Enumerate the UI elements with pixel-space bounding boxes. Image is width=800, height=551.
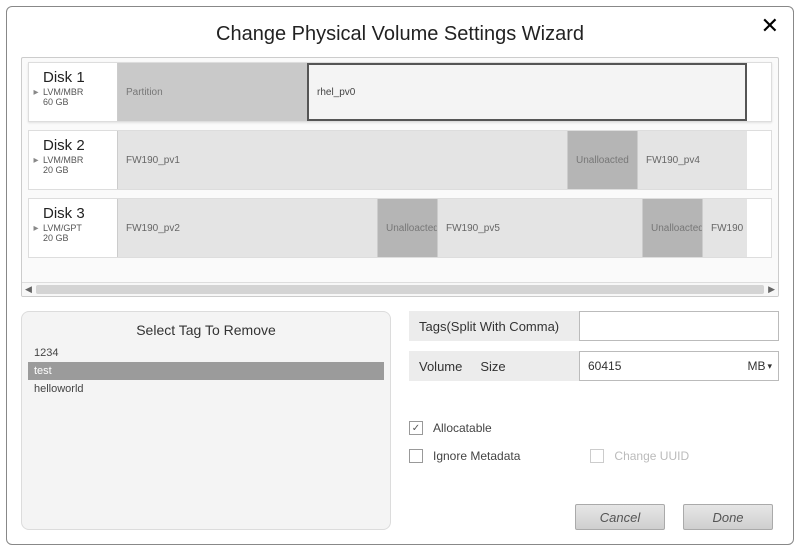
tags-row: Tags(Split With Comma) [409, 311, 779, 341]
form-column: Tags(Split With Comma) Volume Size MB ▾ [409, 311, 779, 530]
change-uuid-label: Change UUID [614, 449, 689, 463]
tag-remove-panel: Select Tag To Remove 1234testhelloworld [21, 311, 391, 530]
disk-segment[interactable]: Unalloacted [567, 131, 637, 189]
tag-item[interactable]: test [28, 362, 384, 380]
disk-size: 60 GB [43, 97, 113, 107]
tag-item[interactable]: helloworld [28, 380, 384, 398]
disk-segment[interactable]: FW190_pv1 [117, 131, 567, 189]
disk-segment[interactable]: FW190_pv4 [637, 131, 747, 189]
unit-select[interactable]: MB ▾ [745, 359, 774, 373]
size-input-wrap: MB ▾ [579, 351, 779, 381]
lower-area: Select Tag To Remove 1234testhelloworld … [21, 311, 779, 530]
disk-segment[interactable]: Unalloacted [642, 199, 702, 257]
second-check-row: Ignore Metadata Change UUID [409, 449, 779, 477]
scrollbar-thumb[interactable] [36, 285, 764, 294]
checkbox-area: ✓ Allocatable Ignore Metadata Change UUI… [409, 421, 779, 477]
disk-name: Disk 1 [43, 69, 113, 86]
volume-word: Volume [419, 359, 462, 374]
disk-segment[interactable]: Partition [117, 63, 307, 121]
title-bar: Change Physical Volume Settings Wizard ✕ [21, 17, 779, 51]
disk-segment[interactable]: FW190_pv5 [437, 199, 642, 257]
disk-row[interactable]: ▸Disk 3LVM/GPT20 GBFW190_pv2UnalloactedF… [28, 198, 772, 258]
tags-label: Tags(Split With Comma) [409, 311, 579, 341]
change-uuid-row: Change UUID [590, 449, 689, 463]
chevron-down-icon: ▾ [767, 361, 772, 372]
cancel-button[interactable]: Cancel [575, 504, 665, 530]
disk-label: Disk 2LVM/MBR20 GB [43, 131, 117, 189]
disk-segments: FW190_pv1UnalloactedFW190_pv4 [117, 131, 771, 189]
close-icon[interactable]: ✕ [761, 15, 779, 37]
ignore-metadata-checkbox[interactable] [409, 449, 423, 463]
tag-item[interactable]: 1234 [28, 344, 384, 362]
disk-segment[interactable]: FW190_pv2 [117, 199, 377, 257]
disk-segment[interactable]: FW190 [702, 199, 747, 257]
scroll-left-icon[interactable]: ◀ [25, 284, 32, 295]
done-button[interactable]: Done [683, 504, 773, 530]
size-input[interactable] [588, 359, 745, 373]
disk-name: Disk 3 [43, 205, 113, 222]
disk-type: LVM/MBR [43, 155, 113, 165]
chevron-right-icon[interactable]: ▸ [29, 63, 43, 121]
disk-segments: FW190_pv2UnalloactedFW190_pv5Unalloacted… [117, 199, 771, 257]
dialog-title: Change Physical Volume Settings Wizard [216, 23, 584, 46]
volume-size-label: Volume Size [409, 351, 579, 381]
horizontal-scrollbar[interactable]: ◀ ▶ [22, 282, 778, 296]
disk-segment[interactable]: rhel_pv0 [307, 63, 747, 121]
disk-size: 20 GB [43, 165, 113, 175]
size-word: Size [480, 359, 505, 374]
disk-segment[interactable]: Unalloacted [377, 199, 437, 257]
size-row: Volume Size MB ▾ [409, 351, 779, 381]
disk-row[interactable]: ▸Disk 2LVM/MBR20 GBFW190_pv1UnalloactedF… [28, 130, 772, 190]
change-uuid-checkbox [590, 449, 604, 463]
dialog-buttons: Cancel Done [575, 504, 773, 530]
chevron-right-icon[interactable]: ▸ [29, 199, 43, 257]
disk-segments: Partitionrhel_pv0 [117, 63, 771, 121]
tag-panel-title: Select Tag To Remove [28, 322, 384, 338]
disk-name: Disk 2 [43, 137, 113, 154]
unit-label: MB [747, 359, 765, 373]
wizard-dialog: Change Physical Volume Settings Wizard ✕… [6, 6, 794, 545]
disk-label: Disk 3LVM/GPT20 GB [43, 199, 117, 257]
allocatable-row[interactable]: ✓ Allocatable [409, 421, 779, 435]
ignore-metadata-label: Ignore Metadata [433, 449, 520, 463]
disk-row[interactable]: ▸Disk 1LVM/MBR60 GBPartitionrhel_pv0 [28, 62, 772, 122]
tag-list: 1234testhelloworld [28, 344, 384, 523]
tags-input[interactable] [579, 311, 779, 341]
disk-panel: ▸Disk 1LVM/MBR60 GBPartitionrhel_pv0▸Dis… [21, 57, 779, 297]
allocatable-label: Allocatable [433, 421, 492, 435]
disk-label: Disk 1LVM/MBR60 GB [43, 63, 117, 121]
disk-size: 20 GB [43, 233, 113, 243]
disk-list: ▸Disk 1LVM/MBR60 GBPartitionrhel_pv0▸Dis… [22, 58, 778, 282]
ignore-metadata-row[interactable]: Ignore Metadata [409, 449, 520, 463]
disk-type: LVM/GPT [43, 223, 113, 233]
allocatable-checkbox[interactable]: ✓ [409, 421, 423, 435]
chevron-right-icon[interactable]: ▸ [29, 131, 43, 189]
disk-type: LVM/MBR [43, 87, 113, 97]
scroll-right-icon[interactable]: ▶ [768, 284, 775, 295]
